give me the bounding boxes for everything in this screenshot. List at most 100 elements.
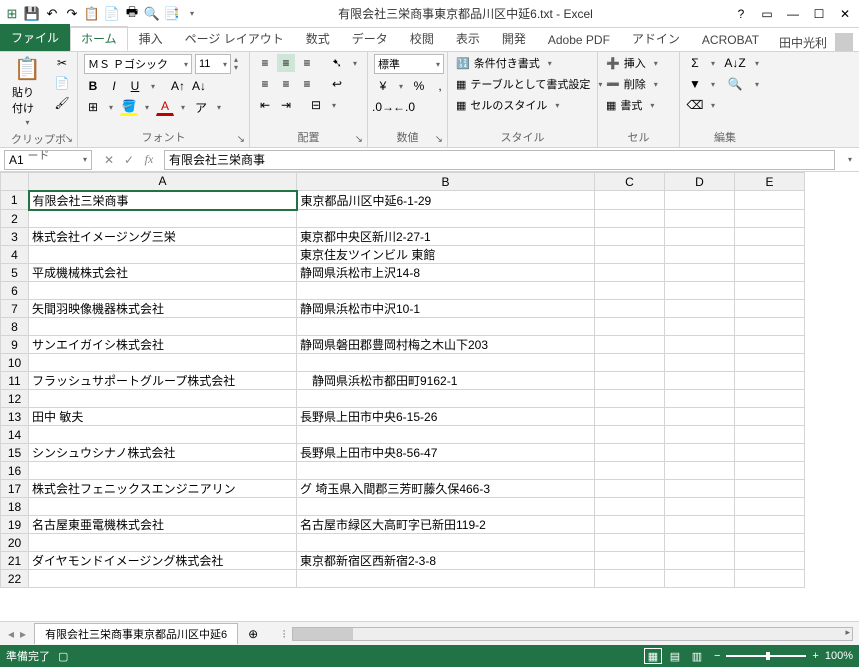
cell[interactable] bbox=[595, 300, 665, 318]
cell[interactable] bbox=[595, 336, 665, 354]
column-header-C[interactable]: C bbox=[595, 173, 665, 191]
border-icon[interactable]: ⊞ bbox=[84, 98, 102, 116]
cell[interactable] bbox=[665, 210, 735, 228]
qat-icon-2[interactable]: 📄 bbox=[104, 6, 120, 22]
cell[interactable] bbox=[665, 372, 735, 390]
horizontal-scrollbar[interactable]: ◂▸ bbox=[292, 627, 853, 641]
cell[interactable] bbox=[595, 282, 665, 300]
cell[interactable] bbox=[595, 498, 665, 516]
cell[interactable] bbox=[595, 426, 665, 444]
cell[interactable]: 東京都中央区新川2-27-1 bbox=[297, 228, 595, 246]
fill-color-icon[interactable]: 🪣 bbox=[120, 98, 138, 116]
column-header-D[interactable]: D bbox=[665, 173, 735, 191]
cell[interactable] bbox=[297, 390, 595, 408]
cell[interactable] bbox=[735, 480, 805, 498]
cell[interactable]: 静岡県浜松市中沢10-1 bbox=[297, 300, 595, 318]
table-format-button[interactable]: ▦テーブルとして書式設定▾ bbox=[454, 75, 608, 93]
cell[interactable] bbox=[595, 480, 665, 498]
cell[interactable]: 静岡県浜松市上沢14-8 bbox=[297, 264, 595, 282]
find-icon[interactable]: 🔍 bbox=[722, 75, 748, 93]
decrease-font-icon[interactable]: A↓ bbox=[190, 77, 208, 95]
font-launcher-icon[interactable]: ↘ bbox=[237, 134, 245, 145]
cell[interactable] bbox=[735, 264, 805, 282]
close-icon[interactable]: ✕ bbox=[835, 4, 855, 24]
zoom-slider[interactable] bbox=[726, 655, 806, 657]
cell[interactable] bbox=[29, 570, 297, 588]
tab-adobepdf[interactable]: Adobe PDF bbox=[537, 29, 621, 51]
row-header[interactable]: 7 bbox=[1, 300, 29, 318]
cell[interactable] bbox=[665, 426, 735, 444]
row-header[interactable]: 9 bbox=[1, 336, 29, 354]
decrease-decimal-icon[interactable]: ←.0 bbox=[395, 98, 413, 116]
zoom-value[interactable]: 100% bbox=[825, 650, 853, 662]
cell[interactable] bbox=[29, 498, 297, 516]
decrease-indent-icon[interactable]: ⇤ bbox=[256, 96, 274, 114]
cell[interactable] bbox=[665, 264, 735, 282]
tab-file[interactable]: ファイル bbox=[0, 24, 70, 51]
cell[interactable] bbox=[735, 390, 805, 408]
wrap-text-icon[interactable]: ↩ bbox=[328, 75, 346, 93]
cell[interactable]: 名古屋市緑区大高町字已新田119-2 bbox=[297, 516, 595, 534]
font-color-icon[interactable]: A bbox=[156, 98, 174, 116]
qat-icon-4[interactable]: 🔍 bbox=[144, 6, 160, 22]
row-header[interactable]: 11 bbox=[1, 372, 29, 390]
cell[interactable] bbox=[297, 282, 595, 300]
tab-acrobat[interactable]: ACROBAT bbox=[691, 29, 770, 51]
new-sheet-icon[interactable]: ⊕ bbox=[244, 625, 262, 643]
format-painter-icon[interactable]: 🖌 bbox=[53, 94, 71, 112]
cancel-icon[interactable]: ✕ bbox=[100, 151, 118, 169]
cell[interactable]: フラッシュサポートグループ株式会社 bbox=[29, 372, 297, 390]
cell[interactable] bbox=[297, 354, 595, 372]
worksheet[interactable]: ABCDE 1有限会社三栄商事東京都品川区中延6-1-2923株式会社イメージン… bbox=[0, 172, 859, 621]
row-header[interactable]: 18 bbox=[1, 498, 29, 516]
cell[interactable] bbox=[29, 246, 297, 264]
cell[interactable] bbox=[735, 210, 805, 228]
tab-formulas[interactable]: 数式 bbox=[295, 26, 341, 51]
row-header[interactable]: 19 bbox=[1, 516, 29, 534]
conditional-format-button[interactable]: 🔢条件付き書式▾ bbox=[454, 54, 558, 72]
cell[interactable] bbox=[735, 444, 805, 462]
cell-styles-button[interactable]: ▦セルのスタイル▾ bbox=[454, 96, 565, 114]
insert-cells-button[interactable]: ➕挿入▾ bbox=[604, 54, 664, 72]
row-header[interactable]: 8 bbox=[1, 318, 29, 336]
cell[interactable] bbox=[297, 498, 595, 516]
row-header[interactable]: 15 bbox=[1, 444, 29, 462]
cell[interactable]: 有限会社三栄商事 bbox=[29, 191, 297, 210]
cell[interactable] bbox=[735, 534, 805, 552]
cell[interactable] bbox=[735, 552, 805, 570]
cell[interactable] bbox=[595, 318, 665, 336]
sheet-nav-last-icon[interactable]: ▸ bbox=[20, 627, 26, 641]
cell[interactable] bbox=[665, 354, 735, 372]
align-left-icon[interactable]: ≡ bbox=[256, 75, 274, 93]
increase-indent-icon[interactable]: ⇥ bbox=[277, 96, 295, 114]
help-icon[interactable]: ? bbox=[731, 4, 751, 24]
cell[interactable] bbox=[297, 426, 595, 444]
align-middle-icon[interactable]: ≡ bbox=[277, 54, 295, 72]
increase-font-icon[interactable]: A↑ bbox=[169, 77, 187, 95]
paste-button[interactable]: 📋 貼り付け ▾ bbox=[6, 54, 49, 129]
cell[interactable] bbox=[665, 191, 735, 210]
cell[interactable] bbox=[735, 372, 805, 390]
sheet-nav-first-icon[interactable]: ◂ bbox=[8, 627, 14, 641]
cell[interactable] bbox=[735, 228, 805, 246]
clear-icon[interactable]: ⌫ bbox=[686, 96, 704, 114]
bold-icon[interactable]: B bbox=[84, 77, 102, 95]
fill-icon[interactable]: ▼ bbox=[686, 75, 704, 93]
cell[interactable]: 東京都品川区中延6-1-29 bbox=[297, 191, 595, 210]
cell[interactable] bbox=[735, 462, 805, 480]
font-size-stepper[interactable]: ▴▾ bbox=[234, 56, 238, 72]
column-header-B[interactable]: B bbox=[297, 173, 595, 191]
qat-icon-5[interactable]: 📑 bbox=[164, 6, 180, 22]
select-all-corner[interactable] bbox=[1, 173, 29, 191]
row-header[interactable]: 14 bbox=[1, 426, 29, 444]
row-header[interactable]: 20 bbox=[1, 534, 29, 552]
cell[interactable]: グ 埼玉県入間郡三芳町藤久保466-3 bbox=[297, 480, 595, 498]
cell[interactable] bbox=[297, 210, 595, 228]
cell[interactable] bbox=[29, 462, 297, 480]
cell[interactable] bbox=[735, 426, 805, 444]
tab-view[interactable]: 表示 bbox=[445, 26, 491, 51]
cell[interactable] bbox=[29, 318, 297, 336]
cell[interactable] bbox=[297, 534, 595, 552]
cell[interactable]: 東京都新宿区西新宿2-3-8 bbox=[297, 552, 595, 570]
cell[interactable] bbox=[735, 318, 805, 336]
